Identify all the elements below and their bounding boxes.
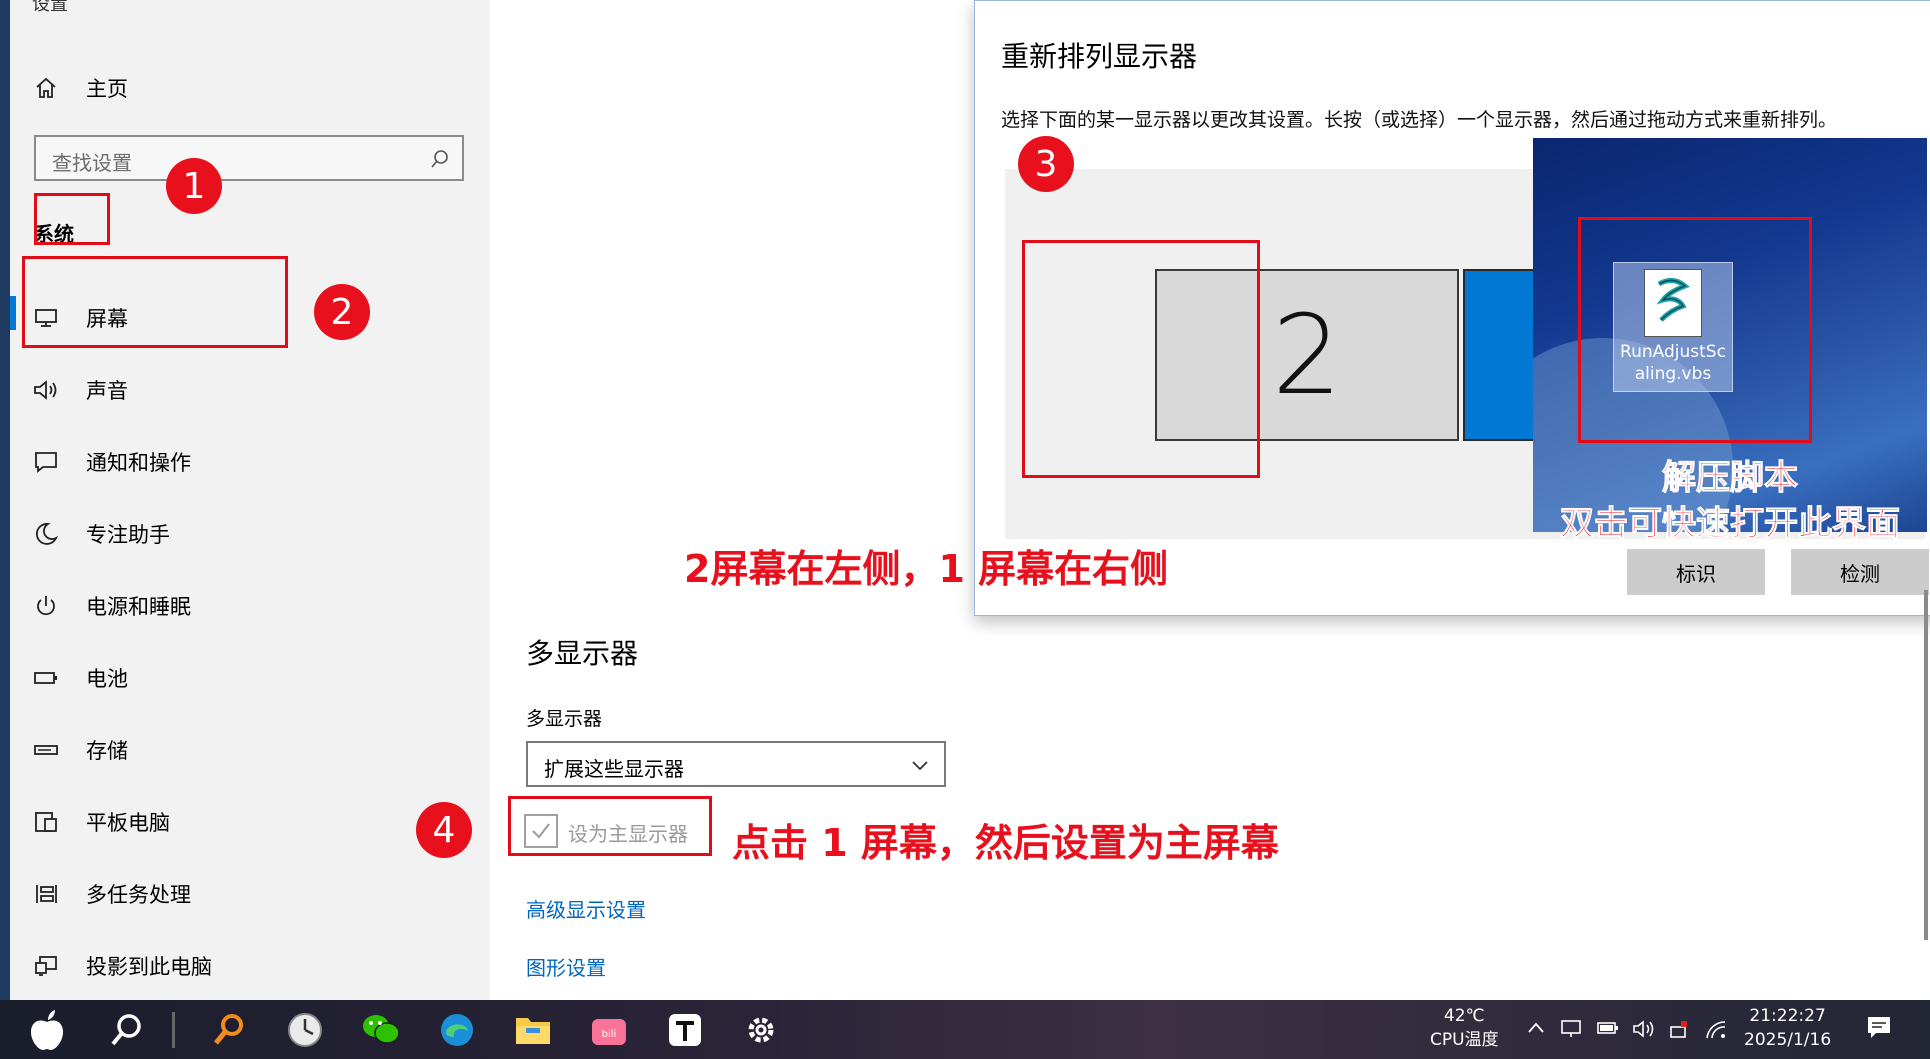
- sidebar-item-label: 电池: [86, 667, 128, 691]
- nav-home-label: 主页: [86, 77, 128, 101]
- search-placeholder: 查找设置: [52, 151, 132, 175]
- step-4-badge: 4: [416, 802, 472, 858]
- notification-icon: [32, 448, 60, 476]
- moon-icon: [32, 520, 60, 548]
- search-settings-input[interactable]: 查找设置: [34, 135, 464, 181]
- sidebar-item-label: 存储: [86, 739, 128, 763]
- sidebar-item-multitasking[interactable]: 多任务处理: [10, 868, 490, 920]
- volume-icon[interactable]: [1632, 1018, 1656, 1044]
- sidebar-item-power[interactable]: 电源和睡眠: [10, 580, 490, 632]
- wechat-icon[interactable]: [358, 1007, 404, 1053]
- app-title: 设置: [32, 0, 68, 15]
- search-icon[interactable]: [104, 1007, 150, 1053]
- svg-text:bili: bili: [602, 1029, 617, 1040]
- sidebar-item-notifications[interactable]: 通知和操作: [10, 436, 490, 488]
- multi-display-dropdown[interactable]: 扩展这些显示器: [526, 741, 946, 787]
- highlight-vbs-file: [1578, 217, 1812, 443]
- sidebar-item-project[interactable]: 投影到此电脑: [10, 940, 490, 992]
- battery-tray-icon[interactable]: [1596, 1018, 1620, 1042]
- chevron-down-icon: [910, 755, 930, 779]
- action-center-icon[interactable]: [1866, 1014, 1892, 1044]
- usb-device-icon[interactable]: [1668, 1018, 1690, 1044]
- step-3-badge: 3: [1018, 136, 1074, 192]
- cpu-temp-value: 42℃: [1443, 1006, 1485, 1026]
- multitask-icon: [32, 880, 60, 908]
- window-left-edge: [0, 0, 10, 1000]
- sidebar-item-storage[interactable]: 存储: [10, 724, 490, 776]
- chevron-up-icon[interactable]: [1526, 1018, 1546, 1042]
- nav-home[interactable]: 主页: [10, 62, 490, 114]
- highlight-display-1: [1022, 240, 1260, 478]
- sidebar-item-label: 平板电脑: [86, 811, 170, 835]
- sidebar-item-focus[interactable]: 专注助手: [10, 508, 490, 560]
- step-2-badge: 2: [314, 284, 370, 340]
- sidebar-item-label: 多任务处理: [86, 883, 191, 907]
- primary-display-note: 点击 1 屏幕，然后设置为主屏幕: [732, 821, 1279, 865]
- highlight-system-label: [34, 193, 110, 245]
- home-icon: [32, 74, 60, 102]
- cpu-temp-label: CPU温度: [1430, 1030, 1499, 1050]
- double-click-note: 双击可快速打开此界面: [1560, 504, 1901, 545]
- clock-time: 21:22:27: [1749, 1006, 1826, 1026]
- project-icon: [32, 952, 60, 980]
- cpu-temperature: 42℃ CPU温度: [1430, 1004, 1499, 1052]
- system-clock[interactable]: 21:22:27 2025/1/16: [1744, 1004, 1831, 1052]
- arrangement-note: 2屏幕在左侧，1 屏幕在右侧: [684, 547, 1169, 591]
- sidebar-item-label: 专注助手: [86, 523, 170, 547]
- multi-display-heading: 多显示器: [526, 637, 639, 670]
- advanced-display-settings-link[interactable]: 高级显示设置: [526, 894, 646, 923]
- multi-display-label: 多显示器: [526, 708, 603, 730]
- sidebar-item-label: 电源和睡眠: [86, 595, 191, 619]
- search-icon: [430, 149, 450, 173]
- network-monitor-icon[interactable]: [1560, 1018, 1582, 1044]
- wifi-icon[interactable]: [1704, 1018, 1728, 1044]
- sidebar-item-label: 声音: [86, 379, 128, 403]
- extract-script-note: 解压脚本: [1662, 458, 1799, 499]
- typora-icon[interactable]: [662, 1007, 708, 1053]
- graphics-settings-link[interactable]: 图形设置: [526, 952, 606, 981]
- everything-search-icon[interactable]: [206, 1007, 252, 1053]
- scrollbar[interactable]: [1924, 590, 1928, 940]
- file-explorer-icon[interactable]: [510, 1007, 556, 1053]
- power-icon: [32, 592, 60, 620]
- taskbar: bili 42℃ CPU温度 21:22:27 2025/1/16: [0, 1000, 1930, 1059]
- sidebar-item-sound[interactable]: 声音: [10, 364, 490, 416]
- rearrange-description: 选择下面的某一显示器以更改其设置。长按（或选择）一个显示器，然后通过拖动方式来重…: [1001, 109, 1838, 131]
- storage-icon: [32, 736, 60, 764]
- sidebar-item-label: 通知和操作: [86, 451, 191, 475]
- step-1-badge: 1: [166, 158, 222, 214]
- rearrange-title: 重新排列显示器: [1001, 40, 1198, 73]
- sidebar-item-label: 投影到此电脑: [86, 955, 212, 979]
- settings-sidebar: 设置 主页 查找设置 系统 屏幕 声音 通知和操作 专注助手 电源和睡眠 电池 …: [10, 0, 490, 1000]
- highlight-primary-checkbox: [508, 796, 712, 856]
- taskbar-separator: [172, 1012, 175, 1048]
- speaker-icon: [32, 376, 60, 404]
- clock-app-icon[interactable]: [282, 1007, 328, 1053]
- edge-browser-icon[interactable]: [434, 1007, 480, 1053]
- sidebar-item-battery[interactable]: 电池: [10, 652, 490, 704]
- multi-display-value: 扩展这些显示器: [544, 757, 684, 781]
- bilibili-icon[interactable]: bili: [586, 1007, 632, 1053]
- highlight-display-item: [22, 256, 288, 348]
- apple-logo-icon[interactable]: [24, 1007, 70, 1053]
- settings-gear-icon[interactable]: [738, 1007, 784, 1053]
- battery-icon: [32, 664, 60, 692]
- identify-button[interactable]: 标识: [1627, 549, 1765, 595]
- clock-date: 2025/1/16: [1744, 1030, 1832, 1050]
- detect-button[interactable]: 检测: [1791, 549, 1929, 595]
- tablet-icon: [32, 808, 60, 836]
